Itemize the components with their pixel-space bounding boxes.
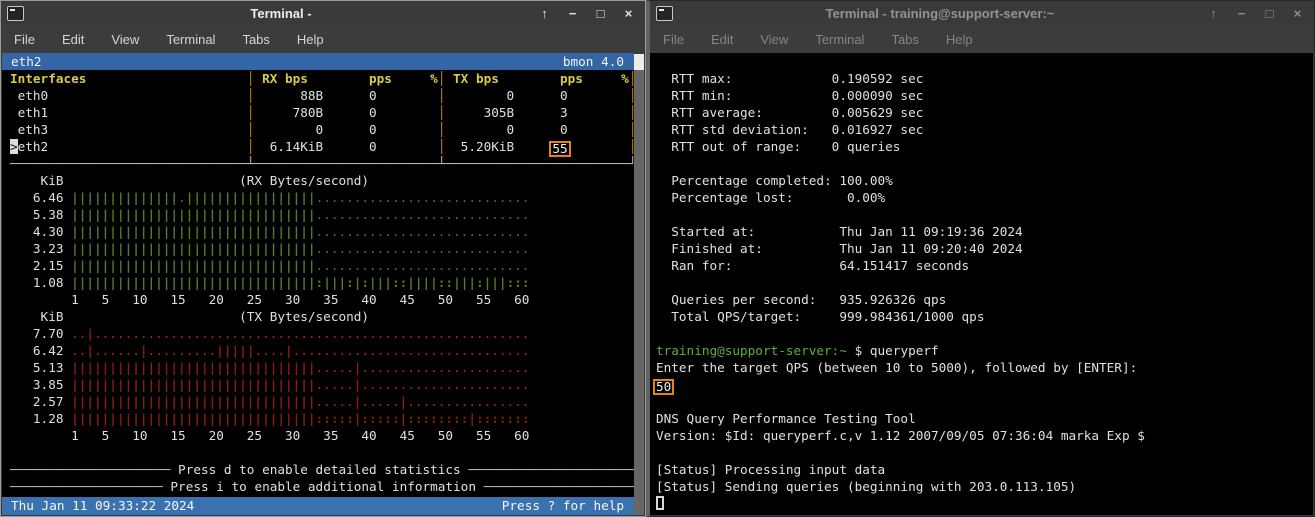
shade-button[interactable]: ↑ <box>538 6 551 21</box>
maximize-button[interactable]: □ <box>594 6 607 21</box>
terminal-line: training@support-server:~ $ queryperf <box>650 342 1313 359</box>
menu-edit[interactable]: Edit <box>711 32 733 47</box>
terminal-app-icon <box>7 6 24 21</box>
terminal-line: 3.23 ||||||||||||||||||||||||||||||||...… <box>2 240 634 257</box>
terminal-line: Started at: Thu Jan 11 09:19:36 2024 <box>650 223 1313 240</box>
right-terminal-body[interactable]: RTT max: 0.190592 sec RTT min: 0.000090 … <box>650 53 1313 515</box>
bmon-selected-interface: eth2 <box>11 53 42 70</box>
left-terminal-body[interactable]: eth2 bmon 4.0 Interfaces │ RX bps pps %│… <box>2 53 634 515</box>
terminal-line: RTT max: 0.190592 sec <box>650 70 1313 87</box>
menu-edit[interactable]: Edit <box>62 32 84 47</box>
terminal-line <box>2 444 634 461</box>
terminal-line: ───────────────────────────────┴────────… <box>2 155 634 172</box>
terminal-line <box>650 495 1313 512</box>
menu-terminal[interactable]: Terminal <box>166 32 215 47</box>
left-scrollbar[interactable] <box>634 54 644 515</box>
terminal-line: 50 <box>650 376 1313 393</box>
terminal-line: >eth2 │ 6.14KiB 0 │ 5.20KiB 55 │ <box>2 138 634 155</box>
terminal-line: 6.42 ..|......|.........|||||....|......… <box>2 342 634 359</box>
left-window-controls: ↑ − □ × <box>538 6 635 21</box>
right-titlebar[interactable]: Terminal - training@support-server:~ ↑ −… <box>650 1 1314 25</box>
menu-terminal[interactable]: Terminal <box>815 32 864 47</box>
terminal-line: 1 5 10 15 20 25 30 35 40 45 50 55 60 <box>2 291 634 308</box>
left-window-title: Terminal - <box>24 6 538 21</box>
menu-help[interactable]: Help <box>946 32 973 47</box>
terminal-line: 2.57 ||||||||||||||||||||||||||||||||...… <box>2 393 634 410</box>
terminal-line: RTT std deviation: 0.016927 sec <box>650 121 1313 138</box>
bmon-topbar: eth2 bmon 4.0 <box>2 53 634 70</box>
terminal-line: 5.38 ||||||||||||||||||||||||||||||||...… <box>2 206 634 223</box>
terminal-line: 5.13 ||||||||||||||||||||||||||||||||...… <box>2 359 634 376</box>
terminal-line: Percentage lost: 0.00% <box>650 189 1313 206</box>
shade-button[interactable]: ↑ <box>1207 6 1220 21</box>
close-button[interactable]: × <box>1291 6 1304 21</box>
menu-file[interactable]: File <box>663 32 684 47</box>
right-menubar: File Edit View Terminal Tabs Help <box>650 25 1314 53</box>
left-scrollbar-thumb[interactable] <box>634 54 644 70</box>
terminal-app-icon <box>656 6 673 21</box>
menu-tabs[interactable]: Tabs <box>242 32 269 47</box>
terminal-line: 6.46 ||||||||||||||.|||||||||||||||||...… <box>2 189 634 206</box>
terminal-line: RTT min: 0.000090 sec <box>650 87 1313 104</box>
terminal-line <box>650 393 1313 410</box>
bmon-clock: Thu Jan 11 09:33:22 2024 <box>11 497 194 515</box>
terminal-line: KiB (RX Bytes/second) <box>2 172 634 189</box>
left-menubar: File Edit View Terminal Tabs Help <box>1 25 645 53</box>
right-window-controls: ↑ − □ × <box>1207 6 1304 21</box>
terminal-line <box>650 206 1313 223</box>
terminal-line: KiB (TX Bytes/second) <box>2 308 634 325</box>
terminal-line <box>650 274 1313 291</box>
terminal-line: [Status] Sending queries (beginning with… <box>650 478 1313 495</box>
terminal-line: eth3 │ 0 0 │ 0 0 │ <box>2 121 634 138</box>
terminal-line: 1.28 ||||||||||||||||||||||||||||||||:::… <box>2 410 634 427</box>
minimize-button[interactable]: − <box>1235 6 1248 21</box>
terminal-line: 2.15 ||||||||||||||||||||||||||||||||...… <box>2 257 634 274</box>
terminal-line: Enter the target QPS (between 10 to 5000… <box>650 359 1313 376</box>
menu-view[interactable]: View <box>760 32 788 47</box>
terminal-line: Finished at: Thu Jan 11 09:20:40 2024 <box>650 240 1313 257</box>
terminal-line: RTT average: 0.005629 sec <box>650 104 1313 121</box>
terminal-line: ──────────────────── Press i to enable a… <box>2 478 634 495</box>
right-terminal-window: Terminal - training@support-server:~ ↑ −… <box>646 0 1315 517</box>
terminal-line: Interfaces │ RX bps pps %│ TX bps pps %│ <box>2 70 634 87</box>
terminal-line: 1.08 ||||||||||||||||||||||||||||||||:||… <box>2 274 634 291</box>
maximize-button[interactable]: □ <box>1263 6 1276 21</box>
menu-file[interactable]: File <box>14 32 35 47</box>
terminal-line: RTT out of range: 0 queries <box>650 138 1313 155</box>
terminal-line: Ran for: 64.151417 seconds <box>650 257 1313 274</box>
right-window-title: Terminal - training@support-server:~ <box>673 6 1207 21</box>
terminal-line <box>650 325 1313 342</box>
close-button[interactable]: × <box>622 6 635 21</box>
minimize-button[interactable]: − <box>566 6 579 21</box>
terminal-line: 3.85 ||||||||||||||||||||||||||||||||...… <box>2 376 634 393</box>
terminal-line: Queries per second: 935.926326 qps <box>650 291 1313 308</box>
left-titlebar[interactable]: Terminal - ↑ − □ × <box>1 1 645 25</box>
terminal-line: ───────────────────── Press d to enable … <box>2 461 634 478</box>
menu-help[interactable]: Help <box>297 32 324 47</box>
terminal-line: eth0 │ 88B 0 │ 0 0 │ <box>2 87 634 104</box>
text-cursor <box>656 496 664 510</box>
left-terminal-window: Terminal - ↑ − □ × File Edit View Termin… <box>0 0 646 517</box>
menu-tabs[interactable]: Tabs <box>891 32 918 47</box>
terminal-line <box>650 155 1313 172</box>
bmon-output: Interfaces │ RX bps pps %│ TX bps pps %│… <box>2 70 634 495</box>
terminal-line <box>650 444 1313 461</box>
desktop: { "colors": { "bmon_header_blue": "#3465… <box>0 0 1315 517</box>
bmon-help-hint: Press ? for help <box>502 497 624 515</box>
bmon-statusbar: Thu Jan 11 09:33:22 2024 Press ? for hel… <box>2 497 634 515</box>
terminal-line <box>650 53 1313 70</box>
terminal-line: Total QPS/target: 999.984361/1000 qps <box>650 308 1313 325</box>
menu-view[interactable]: View <box>111 32 139 47</box>
terminal-line: eth1 │ 780B 0 │ 305B 3 │ <box>2 104 634 121</box>
terminal-line: 1 5 10 15 20 25 30 35 40 45 50 55 60 <box>2 427 634 444</box>
terminal-line: 7.70 ..|................................… <box>2 325 634 342</box>
terminal-line: DNS Query Performance Testing Tool <box>650 410 1313 427</box>
bmon-version: bmon 4.0 <box>563 53 624 70</box>
terminal-line: Version: $Id: queryperf.c,v 1.12 2007/09… <box>650 427 1313 444</box>
queryperf-output: RTT max: 0.190592 sec RTT min: 0.000090 … <box>650 53 1313 512</box>
terminal-line: 4.30 ||||||||||||||||||||||||||||||||...… <box>2 223 634 240</box>
terminal-line: Percentage completed: 100.00% <box>650 172 1313 189</box>
terminal-line: [Status] Processing input data <box>650 461 1313 478</box>
